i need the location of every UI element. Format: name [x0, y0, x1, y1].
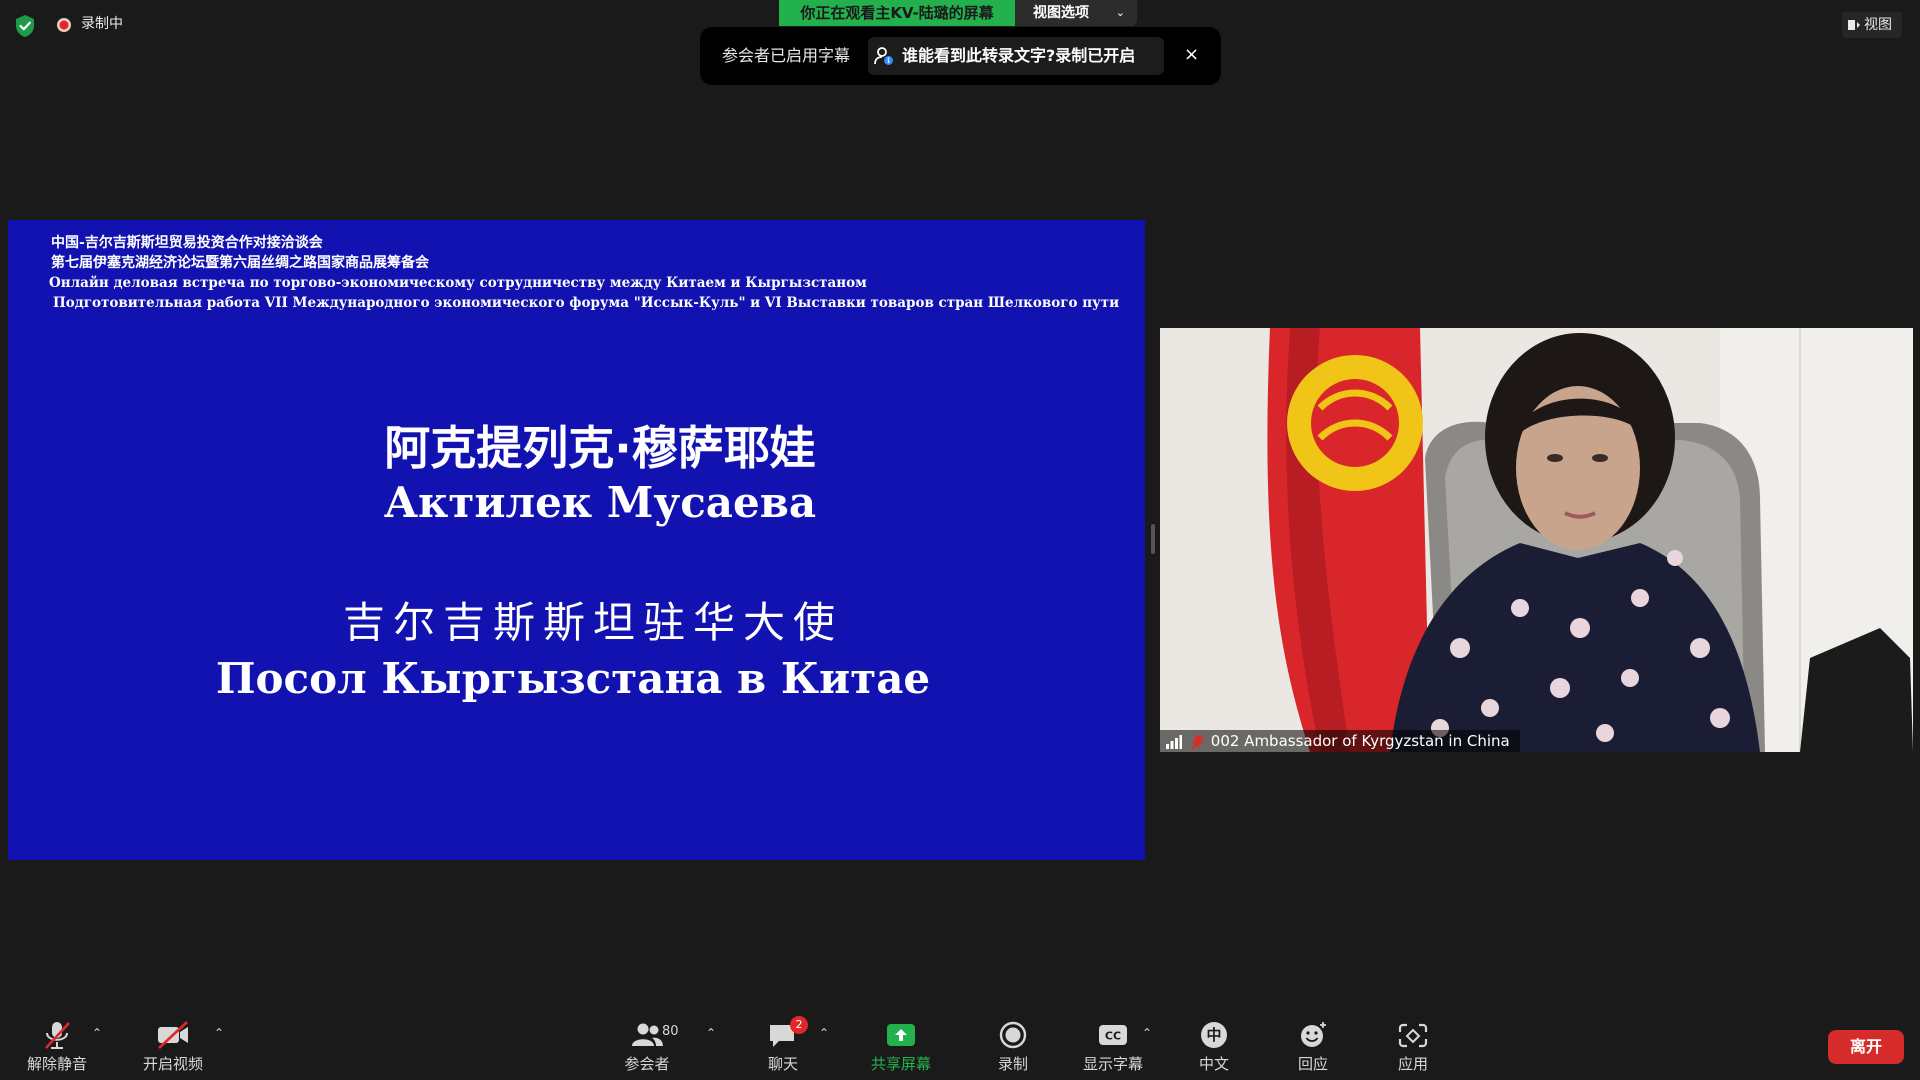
captions-options-caret[interactable]: ⌃ [1142, 1026, 1152, 1040]
participants-icon [632, 1023, 663, 1046]
participant-name: 002 Ambassador of Kyrgyzstan in China [1210, 732, 1510, 750]
apps-label: 应用 [1397, 1055, 1428, 1073]
captions-toast: 参会者已启用字幕 谁能看到此转录文字?录制已开启 × [700, 27, 1221, 85]
closed-captions-icon: CC [1099, 1025, 1127, 1045]
muted-mic-icon [45, 1022, 70, 1049]
participant-video[interactable] [1160, 328, 1913, 752]
language-button[interactable]: 中 中文 [1169, 1020, 1259, 1074]
speaker-title-russian: Посол Кыргызстана в Китае [215, 654, 931, 703]
participant-nameplate: 002 Ambassador of Kyrgyzstan in China [1160, 730, 1520, 752]
apps-button[interactable]: 应用 [1368, 1020, 1458, 1074]
viewing-screen-banner: 你正在观看主KV-陆璐的屏幕 [779, 0, 1015, 26]
audio-options-caret[interactable]: ⌃ [92, 1026, 102, 1040]
captions-enabled-text: 参会者已启用字幕 [722, 46, 851, 65]
transcript-visibility-label: 谁能看到此转录文字?录制已开启 [902, 46, 1136, 65]
leave-meeting-button[interactable]: 离开 [1828, 1030, 1904, 1064]
speaker-name-chinese: 阿克提列克·穆萨耶娃 [384, 421, 816, 475]
slide-header-line: Подготовительная работа VII Международно… [53, 295, 1120, 311]
person-info-icon [874, 47, 893, 65]
signal-strength-icon [1166, 734, 1182, 749]
view-button[interactable]: 视图 [1842, 12, 1902, 38]
recording-status-label: 录制中 [81, 16, 123, 32]
slide-header-line: Онлайн деловая встреча по торгово-эконом… [49, 275, 867, 291]
apps-icon [1398, 1023, 1428, 1048]
language-label: 中文 [1198, 1055, 1229, 1073]
record-button[interactable]: 录制 [968, 1020, 1058, 1074]
share-screen-label: 共享屏幕 [870, 1055, 931, 1073]
chat-label: 聊天 [767, 1055, 798, 1073]
start-video-button[interactable]: 开启视频 [128, 1020, 218, 1074]
close-icon[interactable]: × [1184, 43, 1199, 67]
security-shield-icon[interactable] [14, 14, 36, 38]
speaker-name-russian: Актилек Мусаева [383, 478, 817, 527]
participants-count: 80 [662, 1024, 679, 1039]
share-screen-button[interactable]: 共享屏幕 [856, 1020, 946, 1074]
reactions-button[interactable]: 回应 [1268, 1020, 1358, 1074]
slide-header-line: 中国-吉尔吉斯斯坦贸易投资合作对接洽谈会 [51, 235, 323, 251]
record-icon [999, 1021, 1027, 1049]
view-layout-icon [1848, 20, 1860, 30]
record-label: 录制 [997, 1055, 1028, 1073]
participants-button[interactable]: 80 参会者 [602, 1020, 692, 1074]
speaker-title-chinese: 吉尔吉斯斯坦驻华大使 [342, 598, 843, 647]
shared-screen-slide: 中国-吉尔吉斯斯坦贸易投资合作对接洽谈会 第七届伊塞克湖经济论坛暨第六届丝绸之路… [8, 220, 1145, 860]
recording-icon[interactable] [56, 17, 72, 33]
reactions-label: 回应 [1297, 1055, 1328, 1073]
unmute-button[interactable]: 解除静音 [12, 1020, 102, 1074]
show-captions-label: 显示字幕 [1082, 1055, 1143, 1073]
unmute-label: 解除静音 [26, 1055, 87, 1073]
language-icon-text: 中 [1206, 1026, 1222, 1044]
slide-header-line: 第七届伊塞克湖经济论坛暨第六届丝绸之路国家商品展筹备会 [51, 255, 429, 271]
participants-label: 参会者 [624, 1055, 670, 1073]
chat-options-caret[interactable]: ⌃ [819, 1026, 829, 1040]
view-label: 视图 [1864, 17, 1892, 33]
share-screen-icon [887, 1024, 915, 1046]
muted-mic-icon [1191, 733, 1205, 750]
chat-unread-badge: 2 [790, 1016, 808, 1034]
reaction-smiley-icon [1301, 1022, 1326, 1047]
svg-text:CC: CC [1105, 1030, 1121, 1043]
video-options-caret[interactable]: ⌃ [214, 1026, 224, 1040]
resize-handle[interactable] [1151, 524, 1155, 554]
view-options-button[interactable]: 视图选项 ⌄ [1015, 0, 1137, 26]
participants-options-caret[interactable]: ⌃ [706, 1026, 716, 1040]
video-off-icon [158, 1021, 188, 1049]
transcript-visibility-button[interactable]: 谁能看到此转录文字?录制已开启 [868, 37, 1164, 75]
chevron-down-icon: ⌄ [1115, 6, 1125, 19]
start-video-label: 开启视频 [142, 1055, 203, 1073]
view-options-label: 视图选项 [1033, 5, 1089, 21]
chat-button[interactable]: 2 聊天 [738, 1016, 828, 1074]
